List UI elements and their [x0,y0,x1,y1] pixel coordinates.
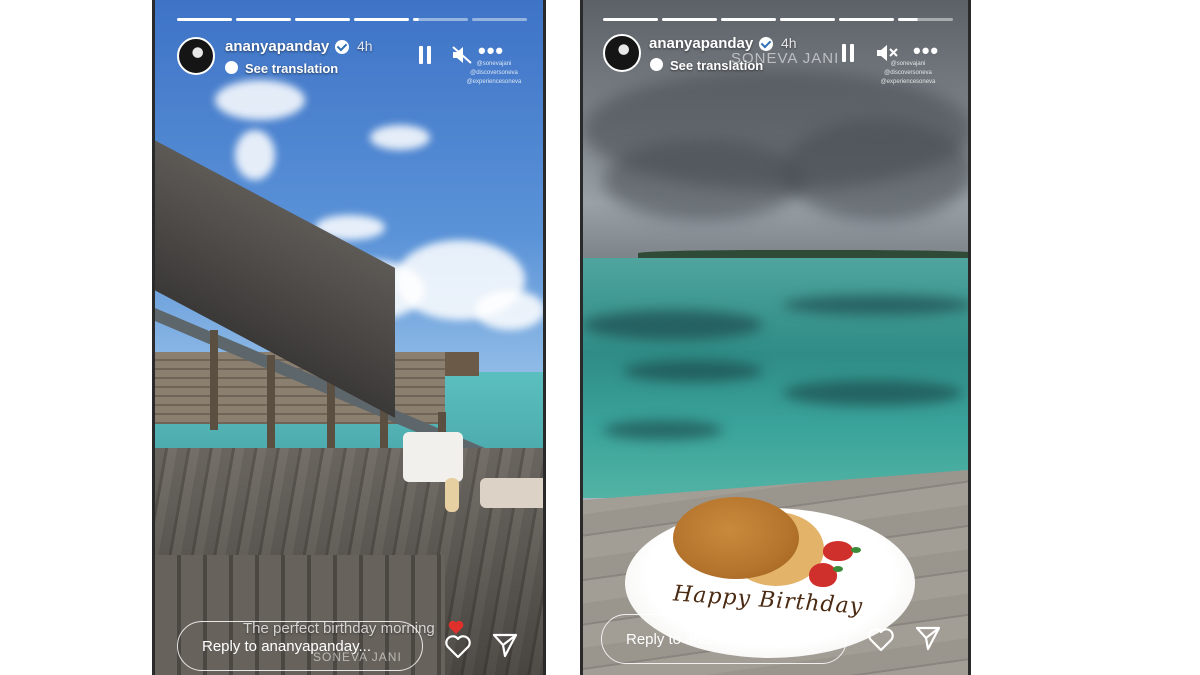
paper-plane-icon[interactable] [490,630,520,660]
see-translation-link[interactable]: See translation [245,61,338,76]
progress-segment [898,18,953,21]
pause-icon[interactable] [841,44,855,62]
progress-segment [413,18,468,21]
progress-segment [354,18,409,21]
more-options-icon[interactable]: ••• [478,40,504,62]
story-photo-deck [155,0,543,675]
avatar[interactable] [177,37,215,75]
story-panel-1[interactable]: ananyapanday 4h See translation ••• @son… [152,0,546,675]
progress-segment [780,18,835,21]
mention-tags: @sonevajani @discoversoneva @experiences… [873,60,943,87]
mention-tag[interactable]: @experiencesoneva [459,78,529,87]
mention-tag[interactable]: @discoversoneva [873,69,943,78]
translation-icon [225,61,238,74]
more-options-icon[interactable]: ••• [913,40,939,62]
verified-badge-icon [335,40,349,54]
story-photo-breakfast: Happy Birthday [583,0,968,675]
progress-segment [603,18,658,21]
progress-segment [295,18,350,21]
translation-icon [650,58,663,71]
reply-input[interactable]: Reply to ananyapanday... [177,621,423,671]
location-watermark: SONEVA JANI [731,50,840,67]
mention-tag[interactable]: @sonevajani [873,60,943,69]
paper-plane-icon[interactable] [913,623,943,653]
mention-tag[interactable]: @experiencesoneva [873,78,943,87]
reply-placeholder: Reply to ananyapanday... [202,637,372,655]
progress-segment [662,18,717,21]
progress-segment [839,18,894,21]
story-progress-bars [603,18,953,21]
heart-outline-icon[interactable] [443,631,473,661]
mention-tags: @sonevajani @discoversoneva @experiences… [459,60,529,87]
story-panel-2[interactable]: Happy Birthday ananyapanday 4h See trans… [580,0,971,675]
progress-segment [236,18,291,21]
progress-segment [177,18,232,21]
mention-tag[interactable]: @sonevajani [459,60,529,69]
pause-icon[interactable] [418,46,432,64]
avatar[interactable] [603,34,641,72]
reply-placeholder: Reply to ananyapanday... [626,630,796,648]
progress-segment [721,18,776,21]
reply-input[interactable]: Reply to ananyapanday... [601,614,847,664]
progress-segment [472,18,527,21]
username[interactable]: ananyapanday [225,38,329,55]
story-progress-bars [177,18,527,21]
mention-tag[interactable]: @discoversoneva [459,69,529,78]
heart-outline-icon[interactable] [866,624,896,654]
timestamp: 4h [781,35,797,51]
timestamp: 4h [357,38,373,54]
verified-badge-icon [759,37,773,51]
